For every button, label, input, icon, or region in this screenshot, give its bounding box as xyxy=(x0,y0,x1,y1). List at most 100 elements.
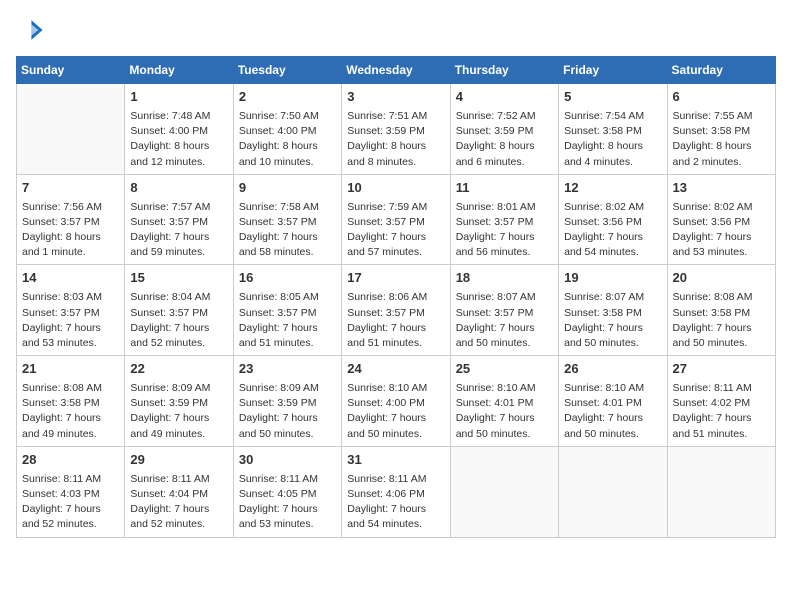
day-number: 19 xyxy=(564,269,661,288)
day-info: Sunrise: 7:57 AMSunset: 3:57 PMDaylight:… xyxy=(130,200,227,261)
day-info: Sunrise: 8:10 AMSunset: 4:00 PMDaylight:… xyxy=(347,381,444,442)
calendar-day-cell: 3 Sunrise: 7:51 AMSunset: 3:59 PMDaylight… xyxy=(342,84,450,175)
day-number: 18 xyxy=(456,269,553,288)
day-info: Sunrise: 8:11 AMSunset: 4:05 PMDaylight:… xyxy=(239,472,336,533)
calendar-day-cell xyxy=(450,446,558,537)
day-number: 25 xyxy=(456,360,553,379)
calendar-day-cell: 2Sunrise: 7:50 AMSunset: 4:00 PMDaylight… xyxy=(233,84,341,175)
day-number: 3 xyxy=(347,88,444,107)
day-of-week-header: Sunday xyxy=(17,57,125,84)
day-info: Sunrise: 8:04 AMSunset: 3:57 PMDaylight:… xyxy=(130,290,227,351)
calendar-day-cell: 10 Sunrise: 7:59 AMSunset: 3:57 PMDayligh… xyxy=(342,174,450,265)
calendar-day-cell: 23 Sunrise: 8:09 AMSunset: 3:59 PMDayligh… xyxy=(233,356,341,447)
calendar-day-cell: 29Sunrise: 8:11 AMSunset: 4:04 PMDayligh… xyxy=(125,446,233,537)
day-info: Sunrise: 8:10 AMSunset: 4:01 PMDaylight:… xyxy=(456,381,553,442)
day-number: 4 xyxy=(456,88,553,107)
day-number: 26 xyxy=(564,360,661,379)
calendar-day-cell: 14 Sunrise: 8:03 AMSunset: 3:57 PMDayligh… xyxy=(17,265,125,356)
day-number: 12 xyxy=(564,179,661,198)
calendar-day-cell: 28Sunrise: 8:11 AMSunset: 4:03 PMDayligh… xyxy=(17,446,125,537)
day-info: Sunrise: 7:58 AMSunset: 3:57 PMDaylight:… xyxy=(239,200,336,261)
day-info: Sunrise: 8:06 AMSunset: 3:57 PMDaylight:… xyxy=(347,290,444,351)
calendar-day-cell xyxy=(667,446,775,537)
day-info: Sunrise: 7:52 AMSunset: 3:59 PMDaylight:… xyxy=(456,109,553,170)
calendar-week-row: 14 Sunrise: 8:03 AMSunset: 3:57 PMDayligh… xyxy=(17,265,776,356)
day-number: 8 xyxy=(130,179,227,198)
day-info: Sunrise: 8:09 AMSunset: 3:59 PMDaylight:… xyxy=(130,381,227,442)
calendar-day-cell: 12 Sunrise: 8:02 AMSunset: 3:56 PMDayligh… xyxy=(559,174,667,265)
calendar-day-cell: 13Sunrise: 8:02 AMSunset: 3:56 PMDayligh… xyxy=(667,174,775,265)
day-info: Sunrise: 7:51 AMSunset: 3:59 PMDaylight:… xyxy=(347,109,444,170)
day-of-week-header: Tuesday xyxy=(233,57,341,84)
day-of-week-header: Friday xyxy=(559,57,667,84)
day-of-week-header: Saturday xyxy=(667,57,775,84)
day-info: Sunrise: 8:07 AMSunset: 3:57 PMDaylight:… xyxy=(456,290,553,351)
day-number: 24 xyxy=(347,360,444,379)
day-of-week-header: Wednesday xyxy=(342,57,450,84)
calendar-day-cell: 20 Sunrise: 8:08 AMSunset: 3:58 PMDayligh… xyxy=(667,265,775,356)
day-info: Sunrise: 8:11 AMSunset: 4:02 PMDaylight:… xyxy=(673,381,770,442)
calendar-day-cell: 17 Sunrise: 8:06 AMSunset: 3:57 PMDayligh… xyxy=(342,265,450,356)
day-of-week-header: Monday xyxy=(125,57,233,84)
day-number: 1 xyxy=(130,88,227,107)
calendar-week-row: 1 Sunrise: 7:48 AMSunset: 4:00 PMDaylight… xyxy=(17,84,776,175)
day-info: Sunrise: 7:56 AMSunset: 3:57 PMDaylight:… xyxy=(22,200,119,261)
day-number: 15 xyxy=(130,269,227,288)
day-info: Sunrise: 8:03 AMSunset: 3:57 PMDaylight:… xyxy=(22,290,119,351)
calendar-day-cell: 27 Sunrise: 8:11 AMSunset: 4:02 PMDayligh… xyxy=(667,356,775,447)
day-number: 23 xyxy=(239,360,336,379)
day-number: 13 xyxy=(673,179,770,198)
calendar-day-cell: 31 Sunrise: 8:11 AMSunset: 4:06 PMDayligh… xyxy=(342,446,450,537)
calendar-day-cell: 15 Sunrise: 8:04 AMSunset: 3:57 PMDayligh… xyxy=(125,265,233,356)
day-number: 9 xyxy=(239,179,336,198)
day-number: 11 xyxy=(456,179,553,198)
calendar-day-cell xyxy=(17,84,125,175)
day-number: 5 xyxy=(564,88,661,107)
day-number: 30 xyxy=(239,451,336,470)
calendar-day-cell: 19 Sunrise: 8:07 AMSunset: 3:58 PMDayligh… xyxy=(559,265,667,356)
calendar-day-cell: 5 Sunrise: 7:54 AMSunset: 3:58 PMDaylight… xyxy=(559,84,667,175)
calendar-day-cell: 16Sunrise: 8:05 AMSunset: 3:57 PMDayligh… xyxy=(233,265,341,356)
day-info: Sunrise: 8:02 AMSunset: 3:56 PMDaylight:… xyxy=(564,200,661,261)
day-number: 2 xyxy=(239,88,336,107)
day-number: 31 xyxy=(347,451,444,470)
day-info: Sunrise: 8:11 AMSunset: 4:03 PMDaylight:… xyxy=(22,472,119,533)
calendar-day-cell: 7 Sunrise: 7:56 AMSunset: 3:57 PMDaylight… xyxy=(17,174,125,265)
day-number: 17 xyxy=(347,269,444,288)
logo-icon xyxy=(16,16,44,44)
day-info: Sunrise: 7:48 AMSunset: 4:00 PMDaylight:… xyxy=(130,109,227,170)
day-number: 29 xyxy=(130,451,227,470)
calendar-day-cell xyxy=(559,446,667,537)
day-info: Sunrise: 8:09 AMSunset: 3:59 PMDaylight:… xyxy=(239,381,336,442)
calendar-day-cell: 21Sunrise: 8:08 AMSunset: 3:58 PMDayligh… xyxy=(17,356,125,447)
day-info: Sunrise: 7:54 AMSunset: 3:58 PMDaylight:… xyxy=(564,109,661,170)
day-info: Sunrise: 8:10 AMSunset: 4:01 PMDaylight:… xyxy=(564,381,661,442)
calendar-day-cell: 6 Sunrise: 7:55 AMSunset: 3:58 PMDaylight… xyxy=(667,84,775,175)
calendar-week-row: 21Sunrise: 8:08 AMSunset: 3:58 PMDayligh… xyxy=(17,356,776,447)
calendar-day-cell: 26 Sunrise: 8:10 AMSunset: 4:01 PMDayligh… xyxy=(559,356,667,447)
calendar-day-cell: 4 Sunrise: 7:52 AMSunset: 3:59 PMDaylight… xyxy=(450,84,558,175)
calendar-week-row: 7 Sunrise: 7:56 AMSunset: 3:57 PMDaylight… xyxy=(17,174,776,265)
day-info: Sunrise: 7:55 AMSunset: 3:58 PMDaylight:… xyxy=(673,109,770,170)
calendar-table: SundayMondayTuesdayWednesdayThursdayFrid… xyxy=(16,56,776,538)
day-number: 7 xyxy=(22,179,119,198)
day-number: 27 xyxy=(673,360,770,379)
day-info: Sunrise: 8:07 AMSunset: 3:58 PMDaylight:… xyxy=(564,290,661,351)
day-info: Sunrise: 8:08 AMSunset: 3:58 PMDaylight:… xyxy=(673,290,770,351)
day-info: Sunrise: 8:01 AMSunset: 3:57 PMDaylight:… xyxy=(456,200,553,261)
calendar-day-cell: 8 Sunrise: 7:57 AMSunset: 3:57 PMDaylight… xyxy=(125,174,233,265)
calendar-day-cell: 30 Sunrise: 8:11 AMSunset: 4:05 PMDayligh… xyxy=(233,446,341,537)
calendar-day-cell: 24 Sunrise: 8:10 AMSunset: 4:00 PMDayligh… xyxy=(342,356,450,447)
calendar-day-cell: 1 Sunrise: 7:48 AMSunset: 4:00 PMDaylight… xyxy=(125,84,233,175)
day-number: 10 xyxy=(347,179,444,198)
calendar-day-cell: 11 Sunrise: 8:01 AMSunset: 3:57 PMDayligh… xyxy=(450,174,558,265)
calendar-week-row: 28Sunrise: 8:11 AMSunset: 4:03 PMDayligh… xyxy=(17,446,776,537)
day-info: Sunrise: 7:59 AMSunset: 3:57 PMDaylight:… xyxy=(347,200,444,261)
day-info: Sunrise: 8:05 AMSunset: 3:57 PMDaylight:… xyxy=(239,290,336,351)
calendar-day-cell: 18 Sunrise: 8:07 AMSunset: 3:57 PMDayligh… xyxy=(450,265,558,356)
day-number: 6 xyxy=(673,88,770,107)
day-number: 21 xyxy=(22,360,119,379)
day-number: 20 xyxy=(673,269,770,288)
day-info: Sunrise: 8:11 AMSunset: 4:06 PMDaylight:… xyxy=(347,472,444,533)
day-number: 14 xyxy=(22,269,119,288)
